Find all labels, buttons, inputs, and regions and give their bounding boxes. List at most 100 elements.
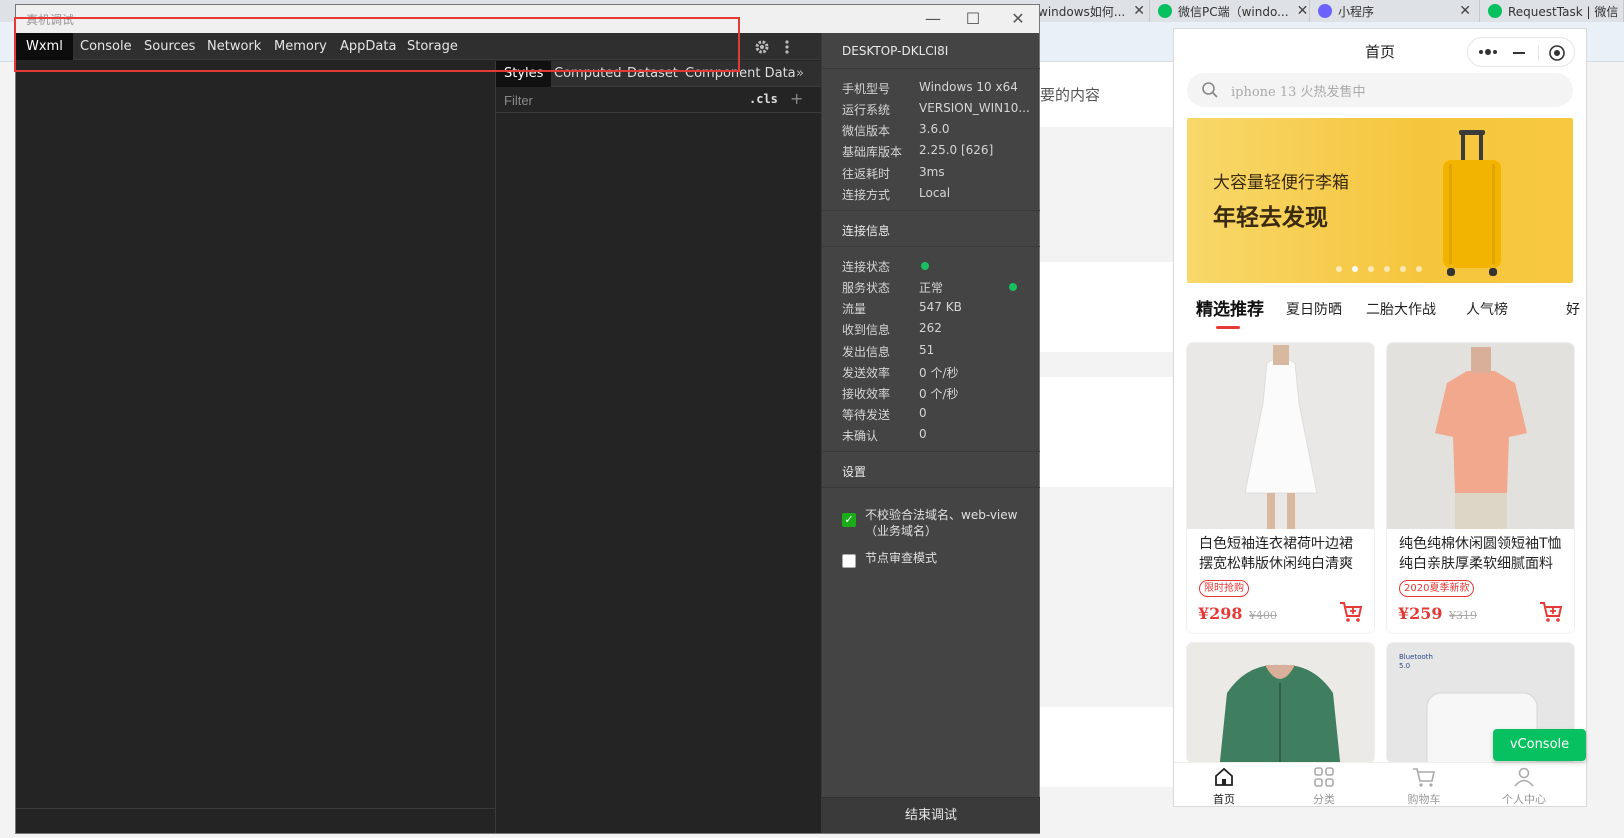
checkbox-label: 节点审查模式	[865, 551, 938, 565]
white-dress-image	[1187, 343, 1374, 529]
tab-sources[interactable]: Sources	[134, 33, 205, 60]
more-tabs-icon[interactable]: »	[788, 61, 812, 87]
tabbar-label: 购物车	[1407, 793, 1441, 806]
vconsole-button[interactable]: vConsole	[1493, 729, 1586, 761]
banner-dot[interactable]	[1368, 266, 1374, 272]
tab-appdata[interactable]: AppData	[330, 33, 406, 60]
svg-text:5.0: 5.0	[1399, 662, 1410, 670]
info-key: 收到信息	[842, 323, 891, 337]
info-key: 发送效率	[842, 366, 891, 380]
info-row: 手机型号 Windows 10 x64	[842, 80, 1032, 98]
domain-check-checkbox[interactable]: ✓	[842, 513, 856, 527]
bg-card	[1040, 262, 1180, 352]
close-icon[interactable]: ✕	[1289, 3, 1309, 19]
search-bar[interactable]: iphone 13 火热发售中	[1187, 73, 1573, 107]
browser-tab[interactable]: RequestTask | 微信	[1480, 0, 1624, 22]
category-tab-more[interactable]: 好	[1566, 299, 1580, 319]
info-row: 连接状态	[842, 258, 1032, 276]
info-key: 连接状态	[842, 260, 891, 274]
info-value: Windows 10 x64	[919, 80, 1018, 94]
device-info-panel: DESKTOP-DKLCI8I 手机型号 Windows 10 x64 运行系统 V…	[821, 33, 1040, 833]
info-key: 等待发送	[842, 408, 891, 422]
product-card[interactable]	[1187, 643, 1374, 763]
info-value: 0 个/秒	[919, 387, 959, 401]
status-dot	[921, 262, 929, 270]
info-value: 正常	[919, 281, 944, 295]
suitcase-image	[1443, 130, 1501, 276]
product-card[interactable]: 纯色纯棉休闲圆领短袖T恤纯白亲肤厚柔软细腻面料 2020夏季新款 ¥259 ¥3…	[1387, 343, 1574, 633]
banner-dot[interactable]	[1400, 266, 1406, 272]
more-icon[interactable]	[1478, 47, 1498, 57]
info-row: 流量 547 KB	[842, 300, 1032, 318]
add-to-cart-icon[interactable]	[1539, 601, 1563, 623]
category-tab-featured[interactable]: 精选推荐	[1196, 295, 1264, 320]
product-name: 纯色纯棉休闲圆领短袖T恤纯白亲肤厚柔软细腻面料	[1399, 536, 1562, 572]
browser-tab[interactable]: windows如何... ✕	[1030, 0, 1150, 22]
devtools-window: 真机调试 — ☐ ✕ Wxml Console Sources Network …	[15, 4, 1040, 834]
info-row: 微信版本 3.6.0	[842, 122, 1032, 140]
category-tab-summer[interactable]: 夏日防晒	[1286, 299, 1342, 319]
info-value: 547 KB	[919, 300, 962, 314]
browser-tab[interactable]: 微信PC端（windo... ✕	[1150, 0, 1310, 22]
info-key: 往返耗时	[842, 167, 891, 181]
tabbar-home[interactable]: 首页	[1194, 767, 1254, 806]
gear-icon[interactable]	[754, 39, 770, 55]
tab-styles[interactable]: Styles	[496, 61, 552, 87]
tab-network[interactable]: Network	[197, 33, 271, 60]
info-value: 3.6.0	[919, 122, 950, 136]
tabbar-category[interactable]: 分类	[1294, 767, 1354, 806]
bg-page-text: 要的内容	[1040, 86, 1101, 104]
tab-dataset[interactable]: Dataset	[619, 61, 686, 87]
node-inspect-checkbox[interactable]	[842, 554, 856, 568]
promo-banner[interactable]: 大容量轻便行李箱 年轻去发现	[1187, 118, 1573, 283]
banner-dot[interactable]	[1336, 266, 1342, 272]
close-icon[interactable]: ✕	[1006, 9, 1030, 29]
divider	[822, 487, 1040, 488]
tabbar-cart[interactable]: 购物车	[1394, 767, 1454, 806]
tab-title: RequestTask | 微信	[1508, 4, 1619, 19]
product-tag: 限时抢购	[1199, 580, 1249, 597]
end-debug-button[interactable]: 结束调试	[822, 797, 1040, 833]
info-value: Local	[919, 186, 951, 200]
bg-card	[1040, 707, 1180, 787]
info-value: 0 个/秒	[919, 366, 959, 380]
product-card[interactable]: 白色短袖连衣裙荷叶边裙摆宽松韩版休闲纯白清爽 限时抢购 ¥298 ¥400	[1187, 343, 1374, 633]
tab-memory[interactable]: Memory	[264, 33, 337, 60]
wxml-tree-pane[interactable]	[16, 61, 496, 833]
menu-capsule[interactable]	[1467, 37, 1575, 67]
category-tab-popular[interactable]: 人气榜	[1466, 299, 1508, 319]
maximize-icon[interactable]: ☐	[961, 9, 985, 29]
filter-row: .cls +	[496, 88, 821, 113]
wechat-icon	[1158, 4, 1172, 18]
window-title: 真机调试	[26, 13, 75, 27]
tabbar-profile[interactable]: 个人中心	[1494, 767, 1554, 806]
devtools-toolbar-icons	[754, 33, 804, 60]
banner-dot[interactable]	[1352, 266, 1358, 272]
tab-storage[interactable]: Storage	[397, 33, 468, 60]
browser-tab[interactable]: 小程序 ✕	[1310, 0, 1480, 22]
bg-card	[1040, 377, 1180, 487]
banner-dot[interactable]	[1416, 266, 1422, 272]
add-rule-button[interactable]: +	[790, 89, 803, 108]
minimize-icon[interactable]	[1512, 46, 1526, 60]
add-to-cart-icon[interactable]	[1339, 601, 1363, 623]
banner-subtitle: 大容量轻便行李箱	[1213, 173, 1349, 193]
tab-wxml[interactable]: Wxml	[16, 33, 73, 60]
filter-input[interactable]	[500, 90, 745, 111]
tab-console[interactable]: Console	[70, 33, 142, 60]
minimize-icon[interactable]: —	[921, 9, 945, 29]
tab-component-data[interactable]: Component Data	[677, 61, 804, 87]
pink-tshirt-image	[1387, 343, 1574, 529]
svg-text:Bluetooth: Bluetooth	[1399, 653, 1433, 661]
tab-computed[interactable]: Computed	[546, 61, 630, 87]
kebab-icon[interactable]	[784, 39, 790, 55]
close-icon[interactable]: ✕	[1451, 3, 1471, 19]
category-tab-second-child[interactable]: 二胎大作战	[1366, 299, 1436, 319]
cls-button[interactable]: .cls	[749, 92, 778, 106]
info-key: 基础库版本	[842, 145, 903, 159]
close-icon[interactable]: ✕	[1125, 3, 1145, 19]
banner-dot[interactable]	[1384, 266, 1390, 272]
close-capsule-icon[interactable]	[1548, 44, 1566, 62]
info-value: 51	[919, 343, 935, 357]
info-value: 0	[919, 406, 927, 420]
